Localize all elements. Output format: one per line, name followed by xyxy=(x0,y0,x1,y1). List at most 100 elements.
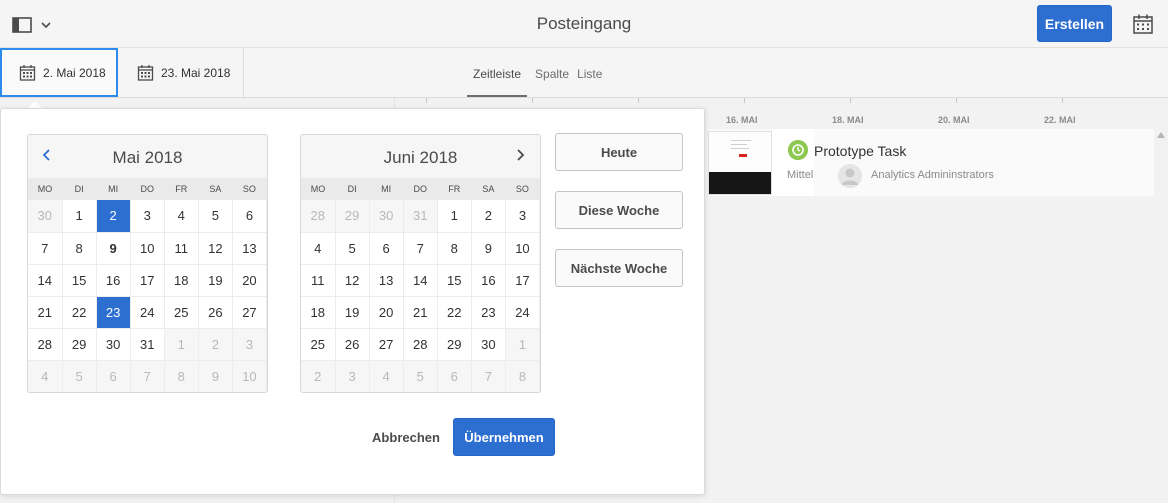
calendar-day[interactable]: 23 xyxy=(96,296,131,329)
calendar-day[interactable]: 29 xyxy=(437,328,472,361)
calendar-day[interactable]: 22 xyxy=(62,296,97,329)
calendar-day[interactable]: 3 xyxy=(505,200,540,233)
calendar-day[interactable]: 22 xyxy=(437,296,472,329)
calendar-day[interactable]: 8 xyxy=(505,360,540,392)
calendar-day[interactable]: 26 xyxy=(335,328,370,361)
calendar-day[interactable]: 27 xyxy=(369,328,404,361)
tab-zeitleiste[interactable]: Zeitleiste xyxy=(467,48,528,97)
calendar-day[interactable]: 8 xyxy=(164,360,199,392)
calendar-day[interactable]: 2 xyxy=(471,200,506,233)
calendar-day[interactable]: 10 xyxy=(505,232,540,265)
calendar-day[interactable]: 12 xyxy=(198,232,233,265)
calendar-day[interactable]: 4 xyxy=(301,232,336,265)
calendar-day[interactable]: 30 xyxy=(471,328,506,361)
calendar-day[interactable]: 3 xyxy=(130,200,165,233)
calendar-day[interactable]: 1 xyxy=(164,328,199,361)
calendar-day[interactable]: 8 xyxy=(437,232,472,265)
calendar-day[interactable]: 1 xyxy=(62,200,97,233)
scroll-up-icon[interactable] xyxy=(1156,130,1166,140)
calendar-day[interactable]: 28 xyxy=(301,200,336,233)
calendar-day[interactable]: 16 xyxy=(96,264,131,297)
calendar-day[interactable]: 20 xyxy=(369,296,404,329)
calendar-day[interactable]: 8 xyxy=(62,232,97,265)
calendar-day[interactable]: 12 xyxy=(335,264,370,297)
calendar-day[interactable]: 31 xyxy=(130,328,165,361)
calendar-day[interactable]: 1 xyxy=(505,328,540,361)
calendar-day[interactable]: 2 xyxy=(301,360,336,392)
calendar-day[interactable]: 6 xyxy=(96,360,131,392)
calendar-day[interactable]: 14 xyxy=(28,264,63,297)
calendar-day[interactable]: 7 xyxy=(28,232,63,265)
calendar-day[interactable]: 6 xyxy=(437,360,472,392)
calendar-day[interactable]: 6 xyxy=(369,232,404,265)
calendar-day[interactable]: 10 xyxy=(232,360,267,392)
calendar-day[interactable]: 5 xyxy=(198,200,233,233)
calendar-day[interactable]: 7 xyxy=(471,360,506,392)
calendar-day[interactable]: 5 xyxy=(403,360,438,392)
calendar-day[interactable]: 9 xyxy=(96,232,131,265)
calendar-day[interactable]: 26 xyxy=(198,296,233,329)
next-week-button[interactable]: Nächste Woche xyxy=(555,249,683,287)
rail-toggle-button[interactable] xyxy=(12,14,56,36)
calendar-day[interactable]: 18 xyxy=(164,264,199,297)
calendar-day[interactable]: 2 xyxy=(96,200,131,233)
calendar-day[interactable]: 2 xyxy=(198,328,233,361)
this-week-button[interactable]: Diese Woche xyxy=(555,191,683,229)
calendar-day[interactable]: 15 xyxy=(62,264,97,297)
tab-liste[interactable]: Liste xyxy=(577,48,602,97)
task-card[interactable]: Prototype Task Mittel Analytics Adminins… xyxy=(708,129,1154,196)
calendar-day[interactable]: 24 xyxy=(130,296,165,329)
calendar-day[interactable]: 9 xyxy=(471,232,506,265)
calendar-day[interactable]: 28 xyxy=(28,328,63,361)
calendar-day[interactable]: 31 xyxy=(403,200,438,233)
calendar-day[interactable]: 4 xyxy=(28,360,63,392)
chevron-left-icon[interactable] xyxy=(39,147,55,163)
calendar-day[interactable]: 7 xyxy=(130,360,165,392)
end-date-button[interactable]: 23. Mai 2018 xyxy=(118,48,244,97)
calendar-icon[interactable] xyxy=(1132,13,1154,35)
calendar-day[interactable]: 4 xyxy=(164,200,199,233)
calendar-day[interactable]: 21 xyxy=(403,296,438,329)
start-date-button[interactable]: 2. Mai 2018 xyxy=(0,48,118,97)
calendar-day[interactable]: 13 xyxy=(369,264,404,297)
calendar-day[interactable]: 13 xyxy=(232,232,267,265)
calendar-day[interactable]: 19 xyxy=(198,264,233,297)
calendar-day[interactable]: 27 xyxy=(232,296,267,329)
calendar-day[interactable]: 30 xyxy=(369,200,404,233)
create-button[interactable]: Erstellen xyxy=(1037,5,1112,42)
calendar-day[interactable]: 5 xyxy=(335,232,370,265)
calendar-day[interactable]: 25 xyxy=(301,328,336,361)
calendar-day[interactable]: 6 xyxy=(232,200,267,233)
chevron-right-icon[interactable] xyxy=(512,147,528,163)
calendar-day[interactable]: 19 xyxy=(335,296,370,329)
calendar-day[interactable]: 5 xyxy=(62,360,97,392)
calendar-day[interactable]: 11 xyxy=(164,232,199,265)
calendar-day[interactable]: 21 xyxy=(28,296,63,329)
calendar-day[interactable]: 9 xyxy=(198,360,233,392)
calendar-day[interactable]: 16 xyxy=(471,264,506,297)
calendar-day[interactable]: 17 xyxy=(505,264,540,297)
tab-spalte[interactable]: Spalte xyxy=(535,48,569,97)
calendar-day[interactable]: 10 xyxy=(130,232,165,265)
calendar-day[interactable]: 29 xyxy=(335,200,370,233)
calendar-day[interactable]: 23 xyxy=(471,296,506,329)
calendar-day[interactable]: 25 xyxy=(164,296,199,329)
calendar-day[interactable]: 14 xyxy=(403,264,438,297)
today-button[interactable]: Heute xyxy=(555,133,683,171)
calendar-day[interactable]: 30 xyxy=(96,328,131,361)
calendar-day[interactable]: 15 xyxy=(437,264,472,297)
calendar-day[interactable]: 17 xyxy=(130,264,165,297)
calendar-day[interactable]: 30 xyxy=(28,200,63,233)
calendar-day[interactable]: 29 xyxy=(62,328,97,361)
calendar-day[interactable]: 18 xyxy=(301,296,336,329)
calendar-day[interactable]: 11 xyxy=(301,264,336,297)
apply-button[interactable]: Übernehmen xyxy=(453,418,555,456)
calendar-day[interactable]: 3 xyxy=(335,360,370,392)
cancel-button[interactable]: Abbrechen xyxy=(366,419,446,455)
calendar-day[interactable]: 4 xyxy=(369,360,404,392)
calendar-day[interactable]: 28 xyxy=(403,328,438,361)
calendar-day[interactable]: 3 xyxy=(232,328,267,361)
calendar-day[interactable]: 1 xyxy=(437,200,472,233)
calendar-day[interactable]: 24 xyxy=(505,296,540,329)
calendar-day[interactable]: 20 xyxy=(232,264,267,297)
